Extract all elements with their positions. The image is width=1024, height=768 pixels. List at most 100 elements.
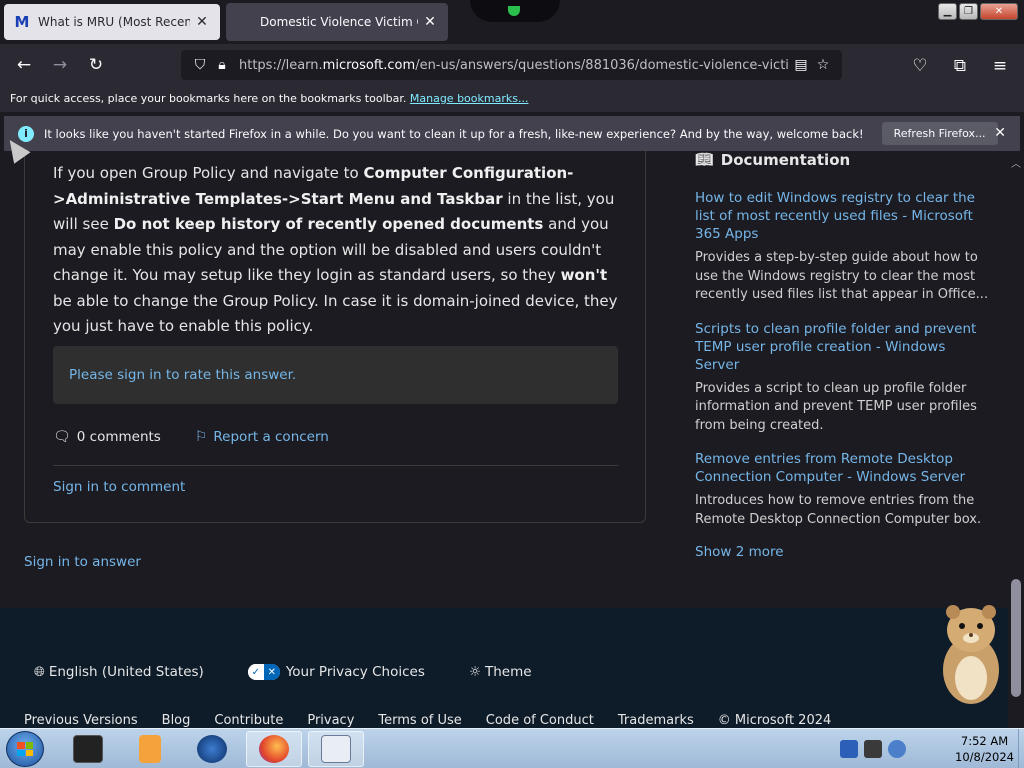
reader-view-icon[interactable]: ▤ — [790, 57, 812, 73]
show-more-link[interactable]: Show 2 more — [695, 544, 990, 560]
book-icon: 📖︎ — [695, 152, 713, 168]
bookmarks-toolbar: For quick access, place your bookmarks h… — [0, 86, 1024, 112]
bookmark-star-icon[interactable]: ☆ — [812, 57, 834, 73]
start-button[interactable] — [6, 731, 44, 767]
documentation-title: Documentation — [720, 151, 851, 169]
footer-settings: 🌐︎ English (United States) ✓ ✕ Your Privacy… — [34, 664, 576, 680]
doc-description: Provides a script to clean up profile fo… — [695, 380, 977, 433]
footer-links: Previous Versions Blog Contribute Privac… — [24, 713, 855, 728]
privacy-choices-link[interactable]: ✓ ✕ Your Privacy Choices — [247, 664, 425, 680]
doc-link[interactable]: Remove entries from Remote Desktop Conne… — [695, 450, 990, 486]
clock-time: 7:52 AM — [960, 734, 1009, 748]
reload-icon[interactable]: ↻ — [78, 49, 114, 81]
comments-label: 0 comments — [76, 429, 161, 445]
footer-link-privacy[interactable]: Privacy — [307, 713, 354, 728]
footer-link-previous-versions[interactable]: Previous Versions — [24, 713, 138, 728]
indicator-icon — [508, 6, 520, 16]
answer-text-4: be able to change the Group Policy. In c… — [53, 291, 618, 336]
pocket-icon[interactable]: ♡ — [902, 50, 938, 82]
doc-link[interactable]: Scripts to clean profile folder and prev… — [695, 320, 990, 374]
back-arrow-icon[interactable]: ← — [6, 49, 42, 81]
hamster-mascot-icon — [943, 605, 999, 704]
windows-logo-icon — [17, 742, 33, 756]
rate-answer-box: Please sign in to rate this answer. — [53, 346, 618, 404]
minimize-button[interactable]: ▁ — [938, 3, 957, 20]
clock[interactable]: 7:52 AM 10/8/2024 — [955, 733, 1014, 765]
navigation-bar: ← → ↻ ⛉ 🔒︎ https://learn.microsoft.com/e… — [0, 44, 1024, 86]
close-tab-icon[interactable]: ✕ — [194, 14, 210, 30]
documentation-sidebar: 📖︎ Documentation How to edit Windows reg… — [695, 151, 990, 560]
keyboard-icon — [321, 735, 351, 763]
refresh-notification: i It looks like you haven't started Fire… — [4, 116, 1020, 151]
answer-actions: 🗨︎ 0 comments ⚐ Report a concern — [53, 429, 329, 445]
taskbar-app-media-player[interactable] — [122, 731, 178, 767]
taskbar-app-globe[interactable] — [184, 731, 240, 767]
comments-button[interactable]: 🗨︎ 0 comments — [53, 429, 161, 445]
tab-mru[interactable]: M What is MRU (Most Recently Used ✕ — [4, 4, 220, 40]
page-footer: 🌐︎ English (United States) ✓ ✕ Your Privacy… — [0, 608, 1008, 728]
footer-link-terms[interactable]: Terms of Use — [378, 713, 461, 728]
doc-link[interactable]: How to edit Windows registry to clear th… — [695, 189, 990, 243]
footer-link-trademarks[interactable]: Trademarks — [618, 713, 694, 728]
refresh-firefox-button[interactable]: Refresh Firefox... — [881, 122, 998, 145]
divider — [53, 465, 618, 466]
footer-link-code-of-conduct[interactable]: Code of Conduct — [486, 713, 594, 728]
taskbar-app-keyboard[interactable] — [308, 731, 364, 767]
close-tab-icon[interactable]: ✕ — [422, 14, 438, 30]
url-domain: microsoft.com — [322, 57, 416, 73]
doc-item: Remove entries from Remote Desktop Conne… — [695, 450, 990, 529]
scroll-up-icon[interactable]: ︿ — [1011, 155, 1021, 170]
url-prefix: https://learn. — [239, 57, 323, 73]
m-favicon-icon: M — [14, 13, 30, 31]
forward-arrow-icon[interactable]: → — [42, 49, 78, 81]
bookmarks-message: For quick access, place your bookmarks h… — [10, 92, 407, 105]
report-concern-button[interactable]: ⚐ Report a concern — [195, 429, 329, 445]
theme-label: Theme — [484, 664, 532, 680]
sign-in-to-answer-link[interactable]: Sign in to answer — [24, 554, 141, 570]
shield-icon[interactable]: ⛉ — [189, 57, 211, 73]
answer-text-1: If you open Group Policy and navigate to — [53, 164, 364, 182]
taskbar-app-firefox[interactable] — [246, 731, 302, 767]
page-content: If you open Group Policy and navigate to… — [0, 151, 1008, 608]
show-desktop-button[interactable] — [1018, 729, 1024, 768]
window-controls: ▁ ❐ ✕ — [938, 3, 1018, 20]
documentation-heading: 📖︎ Documentation — [695, 151, 990, 169]
close-icon[interactable]: ✕ — [994, 125, 1006, 141]
flag-icon: ⚐ — [194, 429, 208, 445]
scrollbar-thumb[interactable] — [1011, 579, 1021, 697]
url-path: /en-us/answers/questions/881036/domestic… — [415, 57, 790, 73]
sign-in-to-rate-link[interactable]: Please sign in to rate this answer. — [69, 367, 296, 383]
sun-icon: ☼ — [468, 664, 481, 680]
footer-link-blog[interactable]: Blog — [162, 713, 191, 728]
privacy-label: Your Privacy Choices — [285, 664, 425, 680]
theme-button[interactable]: ☼ Theme — [469, 664, 532, 680]
doc-description: Introduces how to remove entries from th… — [695, 493, 982, 527]
tab-strip: M What is MRU (Most Recently Used ✕ Dome… — [0, 0, 1024, 44]
url-text[interactable]: https://learn.microsoft.com/en-us/answer… — [239, 58, 790, 73]
globe-app-icon — [197, 735, 227, 763]
menu-icon[interactable]: ≡ — [982, 50, 1018, 82]
display-icon[interactable] — [864, 740, 882, 758]
webcam-notch — [470, 0, 560, 22]
tab-title: Domestic Violence Victim Com — [260, 15, 418, 29]
language-selector[interactable]: 🌐︎ English (United States) — [34, 664, 204, 680]
footer-link-contribute[interactable]: Contribute — [214, 713, 283, 728]
page-scrollbar[interactable]: ︿ — [1008, 151, 1024, 728]
volume-icon[interactable] — [888, 740, 906, 758]
close-window-button[interactable]: ✕ — [980, 3, 1018, 20]
extensions-icon[interactable]: ⧉ — [942, 50, 978, 82]
report-label: Report a concern — [213, 429, 329, 445]
answer-bold-3: won't — [560, 266, 608, 284]
media-player-icon — [139, 735, 161, 763]
restore-button[interactable]: ❐ — [959, 3, 978, 20]
tab-domestic-violence[interactable]: Domestic Violence Victim Com ✕ — [226, 3, 448, 41]
lock-icon[interactable]: 🔒︎ — [211, 57, 233, 73]
globe-icon: 🌐︎ — [34, 664, 45, 680]
comment-icon: 🗨︎ — [53, 429, 71, 445]
language-label: English (United States) — [48, 664, 204, 680]
manage-bookmarks-link[interactable]: Manage bookmarks... — [410, 92, 529, 105]
network-icon[interactable] — [840, 740, 858, 758]
taskbar-app-terminal[interactable] — [60, 731, 116, 767]
address-bar[interactable]: ⛉ 🔒︎ https://learn.microsoft.com/en-us/a… — [181, 50, 842, 80]
sign-in-to-comment-link[interactable]: Sign in to comment — [53, 479, 185, 495]
